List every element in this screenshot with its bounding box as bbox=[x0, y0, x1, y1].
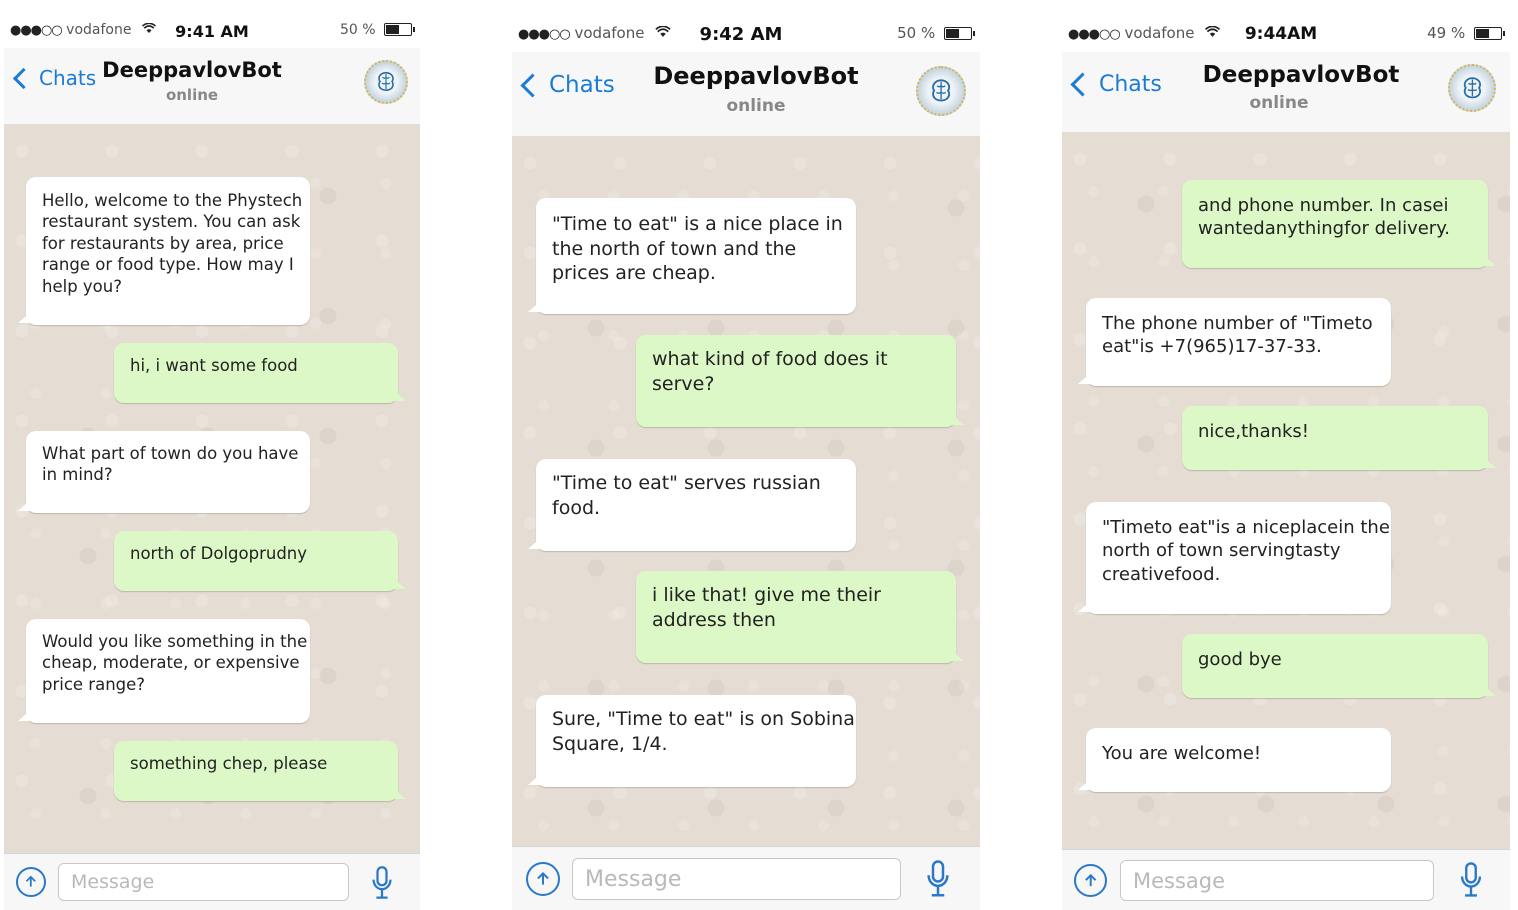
message-bubble-incoming: Would you like something in the cheap, m… bbox=[26, 619, 310, 723]
battery-icon bbox=[384, 23, 415, 36]
message-bubble-outgoing: what kind of food does it serve? bbox=[636, 335, 956, 427]
message-bubble-outgoing: hi, i want some food bbox=[114, 343, 398, 403]
contact-status: online bbox=[726, 96, 786, 116]
battery-icon bbox=[944, 27, 975, 40]
message-bubble-outgoing: i like that! give me their address then bbox=[636, 571, 956, 663]
message-bubble-incoming: Hello, welcome to the Phystech restauran… bbox=[26, 177, 310, 325]
message-text: Sure, "Time to eat" is on Sobina Square,… bbox=[552, 708, 855, 755]
message-bubble-incoming: Sure, "Time to eat" is on Sobina Square,… bbox=[536, 695, 856, 787]
battery-percent: 49 % bbox=[1427, 24, 1466, 42]
message-placeholder: Message bbox=[585, 866, 682, 892]
message-bubble-incoming: You are welcome! bbox=[1086, 728, 1391, 792]
battery-percent: 50 % bbox=[897, 24, 936, 42]
battery-status: 50 % bbox=[339, 22, 415, 38]
message-input[interactable]: Message bbox=[572, 858, 901, 900]
message-bubble-incoming: The phone number of "Timeto eat"is +7(96… bbox=[1086, 298, 1391, 386]
microphone-icon[interactable] bbox=[370, 865, 394, 901]
message-text: hi, i want some food bbox=[130, 356, 298, 375]
brain-avatar-icon[interactable] bbox=[1448, 64, 1496, 112]
arrow-up-circle-icon[interactable] bbox=[16, 867, 46, 897]
message-text: "Time to eat" is a nice place in the nor… bbox=[552, 213, 843, 285]
message-text: "Time to eat" serves russian food. bbox=[552, 472, 821, 519]
phone-screen-2: ●●●○○ vodafone 9:42 AM 50 % Chats Deeppa… bbox=[512, 0, 980, 910]
contact-name: DeeppavlovBot bbox=[102, 58, 282, 82]
message-placeholder: Message bbox=[1133, 868, 1226, 893]
chat-header: Chats DeeppavlovBot online bbox=[4, 48, 420, 125]
message-bubble-incoming: "Time to eat" is a nice place in the nor… bbox=[536, 198, 856, 314]
contact-status: online bbox=[165, 86, 219, 104]
phone-screen-1: ●●●○○ vodafone 9:41 AM 50 % Chats Deeppa… bbox=[4, 0, 420, 910]
message-input[interactable]: Message bbox=[1120, 860, 1434, 901]
input-bar: Message bbox=[512, 846, 980, 910]
message-text: The phone number of "Timeto eat"is +7(96… bbox=[1102, 313, 1373, 358]
input-bar: Message bbox=[4, 853, 420, 910]
contact-status: online bbox=[1249, 93, 1309, 113]
message-text: north of Dolgoprudny bbox=[130, 544, 308, 563]
message-bubble-outgoing: and phone number. In casei wantedanythin… bbox=[1182, 180, 1488, 268]
status-bar: ●●●○○ vodafone 9:42 AM 50 % bbox=[512, 24, 980, 52]
battery-icon bbox=[1474, 27, 1505, 40]
phone-screen-3: ●●●○○ vodafone 9:44AM 49 % Chats Deeppav… bbox=[1062, 0, 1510, 910]
message-bubble-outgoing: north of Dolgoprudny bbox=[114, 531, 398, 591]
arrow-up-circle-icon[interactable] bbox=[526, 862, 560, 896]
message-list[interactable]: and phone number. In casei wantedanythin… bbox=[1062, 132, 1510, 849]
message-bubble-incoming: What part of town do you have in mind? bbox=[26, 431, 310, 513]
chat-header: Chats DeeppavlovBot online bbox=[512, 52, 980, 137]
contact-name: DeeppavlovBot bbox=[653, 62, 859, 90]
brain-avatar-icon[interactable] bbox=[916, 66, 966, 116]
brain-avatar-icon[interactable] bbox=[364, 60, 408, 104]
chat-header: Chats DeeppavlovBot online bbox=[1062, 52, 1510, 133]
chat-title-box[interactable]: DeeppavlovBot online bbox=[532, 62, 980, 116]
input-bar: Message bbox=[1062, 849, 1510, 910]
chat-title-box[interactable]: DeeppavlovBot online bbox=[0, 58, 420, 104]
message-placeholder: Message bbox=[71, 871, 155, 893]
message-bubble-incoming: "Timeto eat"is a niceplacein the north o… bbox=[1086, 502, 1391, 614]
message-text: Hello, welcome to the Phystech restauran… bbox=[42, 191, 303, 296]
message-text: Would you like something in the cheap, m… bbox=[42, 632, 308, 694]
message-list[interactable]: "Time to eat" is a nice place in the nor… bbox=[512, 136, 980, 846]
message-bubble-outgoing: something chep, please bbox=[114, 741, 398, 801]
message-text: something chep, please bbox=[130, 754, 328, 773]
message-input[interactable]: Message bbox=[58, 863, 349, 901]
message-text: i like that! give me their address then bbox=[652, 584, 881, 631]
status-bar: ●●●○○ vodafone 9:44AM 49 % bbox=[1062, 24, 1510, 52]
arrow-up-circle-icon[interactable] bbox=[1074, 864, 1107, 897]
message-text: What part of town do you have in mind? bbox=[42, 444, 299, 485]
battery-status: 50 % bbox=[897, 24, 975, 42]
message-text: You are welcome! bbox=[1102, 743, 1262, 764]
message-list[interactable]: Hello, welcome to the Phystech restauran… bbox=[4, 124, 420, 853]
battery-status: 49 % bbox=[1427, 24, 1505, 42]
message-bubble-incoming: "Time to eat" serves russian food. bbox=[536, 459, 856, 551]
microphone-icon[interactable] bbox=[925, 859, 951, 899]
message-text: and phone number. In casei wantedanythin… bbox=[1198, 195, 1451, 240]
message-text: good bye bbox=[1198, 649, 1282, 670]
battery-percent: 50 % bbox=[339, 22, 376, 38]
microphone-icon[interactable] bbox=[1459, 861, 1483, 899]
message-text: "Timeto eat"is a niceplacein the north o… bbox=[1102, 517, 1390, 585]
message-text: what kind of food does it serve? bbox=[652, 348, 888, 395]
message-text: nice,thanks! bbox=[1198, 421, 1310, 442]
status-bar: ●●●○○ vodafone 9:41 AM 50 % bbox=[4, 22, 420, 50]
message-bubble-outgoing: nice,thanks! bbox=[1182, 406, 1488, 470]
message-bubble-outgoing: good bye bbox=[1182, 634, 1488, 698]
